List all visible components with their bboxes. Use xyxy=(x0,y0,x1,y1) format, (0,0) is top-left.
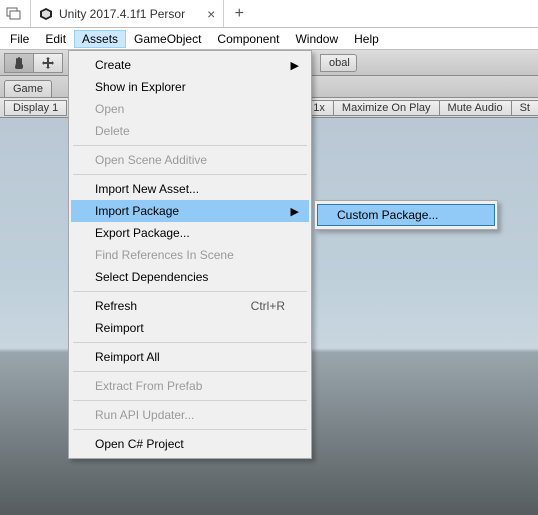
menu-delete: Delete xyxy=(71,120,309,142)
menu-open-csharp-project[interactable]: Open C# Project xyxy=(71,433,309,455)
menu-import-package[interactable]: Import Package ▶ xyxy=(71,200,309,222)
toolbar-obal-button[interactable]: obal xyxy=(320,54,357,72)
menu-separator xyxy=(73,342,307,343)
game-tab-label: Game xyxy=(13,83,43,95)
menu-window[interactable]: Window xyxy=(287,30,346,48)
menu-separator xyxy=(73,429,307,430)
assets-dropdown-menu: Create ▶ Show in Explorer Open Delete Op… xyxy=(68,50,312,459)
menu-open: Open xyxy=(71,98,309,120)
submenu-custom-package[interactable]: Custom Package... xyxy=(317,204,495,226)
menu-bar: File Edit Assets GameObject Component Wi… xyxy=(0,28,538,50)
menu-create[interactable]: Create ▶ xyxy=(71,54,309,76)
menu-separator xyxy=(73,145,307,146)
menu-run-api-updater: Run API Updater... xyxy=(71,404,309,426)
maximize-on-play-toggle[interactable]: Maximize On Play xyxy=(333,100,440,116)
close-tab-icon[interactable]: × xyxy=(207,6,215,22)
menu-show-in-explorer[interactable]: Show in Explorer xyxy=(71,76,309,98)
app-tab[interactable]: Unity 2017.4.1f1 Persor × xyxy=(31,0,224,27)
app-tab-label: Unity 2017.4.1f1 Persor xyxy=(59,7,185,21)
menu-create-label: Create xyxy=(95,58,131,72)
hand-icon xyxy=(12,56,26,70)
menu-reimport[interactable]: Reimport xyxy=(71,317,309,339)
stats-toggle[interactable]: St xyxy=(511,100,538,116)
menu-separator xyxy=(73,291,307,292)
menu-separator xyxy=(73,371,307,372)
menu-refresh[interactable]: Refresh Ctrl+R xyxy=(71,295,309,317)
menu-import-package-label: Import Package xyxy=(95,204,179,218)
submenu-arrow-icon: ▶ xyxy=(291,205,299,218)
menu-help[interactable]: Help xyxy=(346,30,387,48)
menu-find-references: Find References In Scene xyxy=(71,244,309,266)
cascade-icon xyxy=(6,7,22,21)
game-tab[interactable]: Game xyxy=(4,80,52,97)
display-selector[interactable]: Display 1 xyxy=(4,100,67,116)
menu-import-new-asset[interactable]: Import New Asset... xyxy=(71,178,309,200)
hand-tool-button[interactable] xyxy=(4,53,34,73)
menu-separator xyxy=(73,400,307,401)
move-icon xyxy=(41,56,55,70)
menu-extract-from-prefab: Extract From Prefab xyxy=(71,375,309,397)
menu-gameobject[interactable]: GameObject xyxy=(126,30,209,48)
menu-assets[interactable]: Assets xyxy=(74,30,126,48)
submenu-arrow-icon: ▶ xyxy=(291,59,299,72)
mute-audio-toggle[interactable]: Mute Audio xyxy=(439,100,512,116)
window-controls-tab xyxy=(0,0,31,27)
menu-refresh-label: Refresh xyxy=(95,299,137,313)
new-tab-button[interactable]: + xyxy=(224,0,254,27)
menu-edit[interactable]: Edit xyxy=(37,30,74,48)
move-tool-button[interactable] xyxy=(33,53,63,73)
menu-reimport-all[interactable]: Reimport All xyxy=(71,346,309,368)
menu-select-dependencies[interactable]: Select Dependencies xyxy=(71,266,309,288)
menu-refresh-shortcut: Ctrl+R xyxy=(251,299,285,313)
title-bar: Unity 2017.4.1f1 Persor × + xyxy=(0,0,538,28)
import-package-submenu: Custom Package... xyxy=(314,200,498,230)
menu-file[interactable]: File xyxy=(2,30,37,48)
menu-export-package[interactable]: Export Package... xyxy=(71,222,309,244)
menu-open-scene-additive: Open Scene Additive xyxy=(71,149,309,171)
menu-separator xyxy=(73,174,307,175)
unity-logo-icon xyxy=(39,7,53,21)
menu-component[interactable]: Component xyxy=(209,30,287,48)
